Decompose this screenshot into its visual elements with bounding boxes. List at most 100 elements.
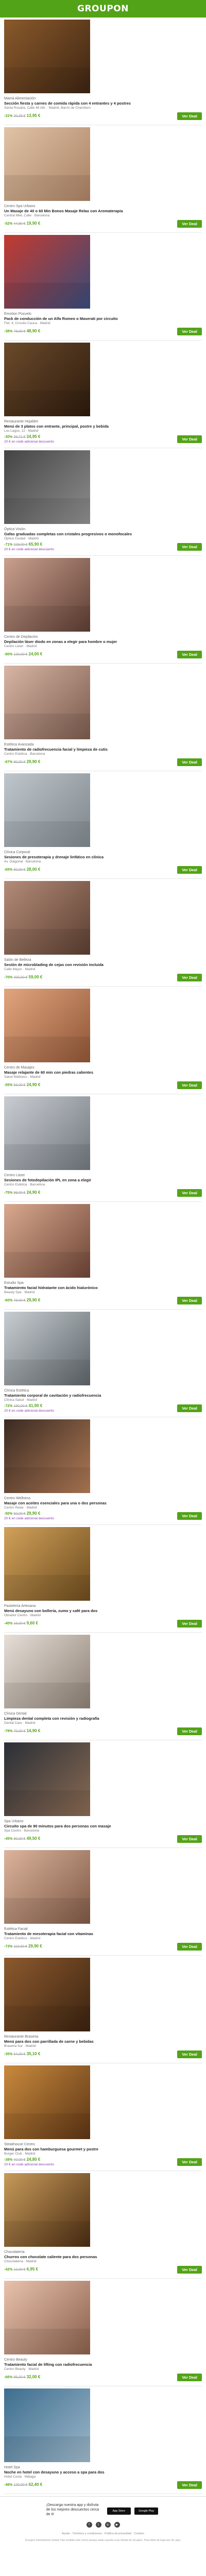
deal-title[interactable]: Limpieza dental completa con revisión y … <box>4 1716 202 1721</box>
deal-image[interactable] <box>4 2065 90 2139</box>
deal-image[interactable] <box>4 235 90 309</box>
view-deal-button[interactable]: Ver Deal <box>177 1942 202 1951</box>
deal-image[interactable] <box>4 881 90 955</box>
view-deal-button[interactable]: Ver Deal <box>177 2050 202 2058</box>
deal-title[interactable]: Circuito spa de 90 minutos para dos pers… <box>4 1824 202 1828</box>
deal-image[interactable] <box>4 773 90 847</box>
deal-image[interactable] <box>4 1635 90 1708</box>
deal-card[interactable]: Restaurante Hojaldre Menú de 3 platos co… <box>4 343 202 448</box>
deal-title[interactable]: Menú desayuno con bollería, zumo y café … <box>4 1608 202 1613</box>
footer-links[interactable]: Ayuda · Términos y condiciones · Polític… <box>4 2532 202 2536</box>
deal-card[interactable]: Clínica Estética Tratamiento corporal de… <box>4 1312 202 1417</box>
deal-card[interactable]: Spa Urbano Circuito spa de 90 minutos pa… <box>4 1742 202 1848</box>
deal-image[interactable] <box>4 1096 90 1170</box>
view-deal-button[interactable]: Ver Deal <box>177 1619 202 1628</box>
deal-image[interactable] <box>4 558 90 632</box>
deal-image[interactable] <box>4 2281 90 2354</box>
deal-image[interactable] <box>4 1204 90 1278</box>
deal-card[interactable]: Centro Spa Urbano Un Masaje de 40 o 60 M… <box>4 127 202 233</box>
deal-card[interactable]: Centro de Depilación Depilación láser di… <box>4 558 202 664</box>
view-deal-button[interactable]: Ver Deal <box>177 866 202 874</box>
deal-image[interactable] <box>4 666 90 739</box>
view-deal-button[interactable]: Ver Deal <box>177 650 202 658</box>
deal-title[interactable]: Tratamiento de mesoterapia facial con vi… <box>4 1931 202 1936</box>
view-deal-button[interactable]: Ver Deal <box>177 1835 202 1843</box>
deal-image[interactable] <box>4 2388 90 2462</box>
deal-image[interactable] <box>4 20 90 93</box>
view-deal-button[interactable]: Ver Deal <box>177 2481 202 2489</box>
deal-card[interactable]: Mamá Alimentación Sección fiesta y carne… <box>4 20 202 125</box>
view-deal-button[interactable]: Ver Deal <box>177 1512 202 1520</box>
deal-image[interactable] <box>4 1742 90 1816</box>
deal-card[interactable]: Centro Beauty Tratamiento facial de lift… <box>4 2281 202 2386</box>
deal-card[interactable]: Estudio Spa Tratamiento facial hidratant… <box>4 1204 202 1310</box>
deal-title[interactable]: Masaje relajante de 60 min con piedras c… <box>4 1070 202 1075</box>
deal-title[interactable]: Masaje con aceites esenciales para una o… <box>4 1501 202 1505</box>
view-deal-button[interactable]: Ver Deal <box>177 758 202 766</box>
deal-image[interactable] <box>4 1850 90 1924</box>
deal-image[interactable] <box>4 450 90 524</box>
deal-card[interactable]: Salón de Belleza Sesión de microblading … <box>4 881 202 987</box>
view-deal-button[interactable]: Ver Deal <box>177 327 202 335</box>
view-deal-button[interactable]: Ver Deal <box>177 1189 202 1197</box>
deal-image[interactable] <box>4 1419 90 1493</box>
deal-image[interactable] <box>4 343 90 416</box>
view-deal-button[interactable]: Ver Deal <box>177 1727 202 1735</box>
deal-title[interactable]: Tratamiento facial de lifting con radiof… <box>4 2362 202 2367</box>
deal-title[interactable]: Pack de conducción de un Alfa Romeo o Ma… <box>4 316 202 321</box>
view-deal-button[interactable]: Ver Deal <box>177 219 202 228</box>
deal-image[interactable] <box>4 1312 90 1385</box>
view-deal-button[interactable]: Ver Deal <box>177 543 202 551</box>
deal-title[interactable]: Tratamiento corporal de cavitación y rad… <box>4 1393 202 1398</box>
view-deal-button[interactable]: Ver Deal <box>177 1404 202 1412</box>
deal-card[interactable]: Centro Wellness Masaje con aceites esenc… <box>4 1419 202 1525</box>
deal-image[interactable] <box>4 127 90 201</box>
deal-title[interactable]: Gafas graduadas completas con cristales … <box>4 532 202 536</box>
deal-card[interactable]: Clínica Dental Limpieza dental completa … <box>4 1635 202 1740</box>
deal-title[interactable]: Un Masaje de 40 o 60 Min Bonos Masaje Re… <box>4 209 202 213</box>
groupon-logo[interactable]: GROUPON <box>77 4 129 14</box>
youtube-icon[interactable]: ▶ <box>114 2522 120 2528</box>
deal-title[interactable]: Noche en hotel con desayuno y acceso a s… <box>4 2470 202 2475</box>
app-store-button[interactable]: App Store <box>107 2507 131 2515</box>
view-deal-button[interactable]: Ver Deal <box>177 112 202 120</box>
view-deal-button[interactable]: Ver Deal <box>177 1296 202 1304</box>
deal-card[interactable]: Emotion Pozuelo Pack de conducción de un… <box>4 235 202 341</box>
deal-card[interactable]: Óptica Visión Gafas graduadas completas … <box>4 450 202 556</box>
view-deal-button[interactable]: Ver Deal <box>177 973 202 981</box>
deal-title[interactable]: Depilación láser diodo en zonas a elegir… <box>4 639 202 644</box>
deal-title[interactable]: Menú de 3 platos con entrante, principal… <box>4 424 202 429</box>
deal-card[interactable]: Centro de Masajes Masaje relajante de 60… <box>4 989 202 1094</box>
deal-card[interactable]: Restaurante Braseria Menú para dos con p… <box>4 1958 202 2063</box>
deal-title[interactable]: Churros con chocolate caliente para dos … <box>4 2255 202 2259</box>
deal-card[interactable]: Estética Facial Tratamiento de mesoterap… <box>4 1850 202 1956</box>
deal-title[interactable]: Tratamiento facial hidratante con ácido … <box>4 1285 202 1290</box>
deal-image[interactable] <box>4 1527 90 1601</box>
view-deal-button[interactable]: Ver Deal <box>177 2158 202 2166</box>
deal-card[interactable]: Estética Avanzada Tratamiento de radiofr… <box>4 666 202 771</box>
facebook-icon[interactable]: f <box>86 2522 92 2528</box>
deal-card[interactable]: Pastelería Artesana Menú desayuno con bo… <box>4 1527 202 1633</box>
twitter-icon[interactable]: t <box>95 2522 101 2528</box>
deal-title[interactable]: Sesiones de presoterapia y drenaje linfá… <box>4 855 202 859</box>
deal-card[interactable]: Chocolatería Churros con chocolate calie… <box>4 2173 202 2279</box>
deal-title[interactable]: Menú para dos con hamburguesa gourmet y … <box>4 2147 202 2151</box>
deal-image[interactable] <box>4 989 90 1062</box>
deal-title[interactable]: Menú para dos con parrillada de carne y … <box>4 2039 202 2044</box>
view-deal-button[interactable]: Ver Deal <box>177 2265 202 2274</box>
view-deal-button[interactable]: Ver Deal <box>177 435 202 443</box>
deal-title[interactable]: Sesión de microblading de cejas con revi… <box>4 962 202 967</box>
deal-card[interactable]: Steakhouse Centro Menú para dos con hamb… <box>4 2065 202 2171</box>
deal-card[interactable]: Hotel Spa Noche en hotel con desayuno y … <box>4 2388 202 2494</box>
deal-title[interactable]: Tratamiento de radiofrecuencia facial y … <box>4 747 202 752</box>
instagram-icon[interactable]: ◎ <box>105 2522 111 2528</box>
view-deal-button[interactable]: Ver Deal <box>177 2373 202 2381</box>
deal-title[interactable]: Sesiones de fotodepilación IPL en zona a… <box>4 1178 202 1182</box>
google-play-button[interactable]: Google Play <box>134 2507 159 2515</box>
view-deal-button[interactable]: Ver Deal <box>177 1081 202 1089</box>
deal-image[interactable] <box>4 1958 90 2031</box>
deal-card[interactable]: Centro Láser Sesiones de fotodepilación … <box>4 1096 202 1202</box>
deal-card[interactable]: Clínica Corporal Sesiones de presoterapi… <box>4 773 202 879</box>
deal-title[interactable]: Sección fiesta y carnes de comida rápida… <box>4 101 202 106</box>
deal-image[interactable] <box>4 2173 90 2247</box>
